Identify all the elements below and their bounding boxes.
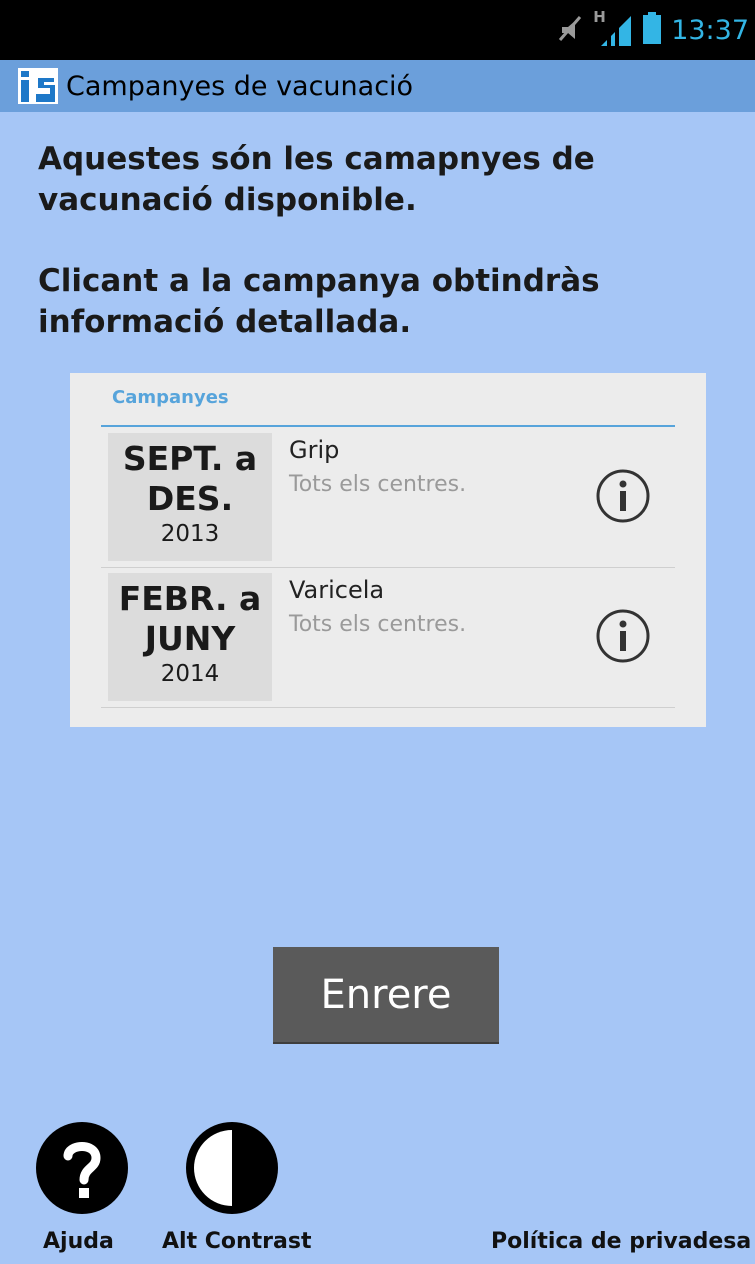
signal-icon: H [593, 8, 633, 48]
header-divider [101, 425, 675, 427]
campaign-date-end: DES. [146, 479, 234, 518]
campaign-row-varicela[interactable]: FEBR. a JUNY 2014 Varicela Tots els cent… [101, 568, 675, 708]
campaign-list-card: Campanyes SEPT. a DES. 2013 Grip Tots el… [70, 373, 706, 727]
campaign-centres: Tots els centres. [289, 612, 467, 637]
contrast-icon[interactable] [184, 1120, 280, 1216]
privacy-policy-link[interactable]: Política de privadesa [491, 1229, 751, 1254]
network-type-label: H [593, 8, 606, 26]
battery-icon [643, 12, 662, 48]
campaign-year: 2014 [160, 661, 220, 687]
page-title: Campanyes de vacunació [66, 70, 414, 102]
status-bar: H 13:37 [0, 0, 755, 60]
campaign-name: Grip [289, 436, 340, 464]
campaign-list-header: Campanyes [112, 387, 229, 408]
help-label[interactable]: Ajuda [43, 1229, 114, 1254]
campaign-date-box: FEBR. a JUNY 2014 [108, 573, 272, 701]
campaign-date-end: JUNY [144, 619, 236, 658]
clock: 13:37 [671, 14, 749, 46]
campaign-date-box: SEPT. a DES. 2013 [108, 433, 272, 561]
intro-instruction: Clicant a la campanya obtindràs informac… [38, 263, 600, 340]
action-bar: Campanyes de vacunació [0, 60, 755, 112]
info-icon[interactable] [595, 468, 651, 524]
muted-icon [557, 13, 583, 47]
app-logo [18, 68, 58, 104]
contrast-label[interactable]: Alt Contrast [162, 1229, 312, 1254]
info-icon[interactable] [595, 608, 651, 664]
intro-text: Aquestes són les camapnyes de vacunació … [38, 141, 595, 218]
campaign-date-start: FEBR. a [118, 579, 262, 618]
back-button[interactable]: Enrere [273, 947, 499, 1044]
campaign-year: 2013 [160, 521, 220, 547]
campaign-row-grip[interactable]: SEPT. a DES. 2013 Grip Tots els centres. [101, 428, 675, 568]
help-icon[interactable] [34, 1120, 130, 1216]
campaign-centres: Tots els centres. [289, 472, 467, 497]
campaign-date-start: SEPT. a [122, 439, 258, 478]
campaign-name: Varicela [289, 576, 385, 604]
